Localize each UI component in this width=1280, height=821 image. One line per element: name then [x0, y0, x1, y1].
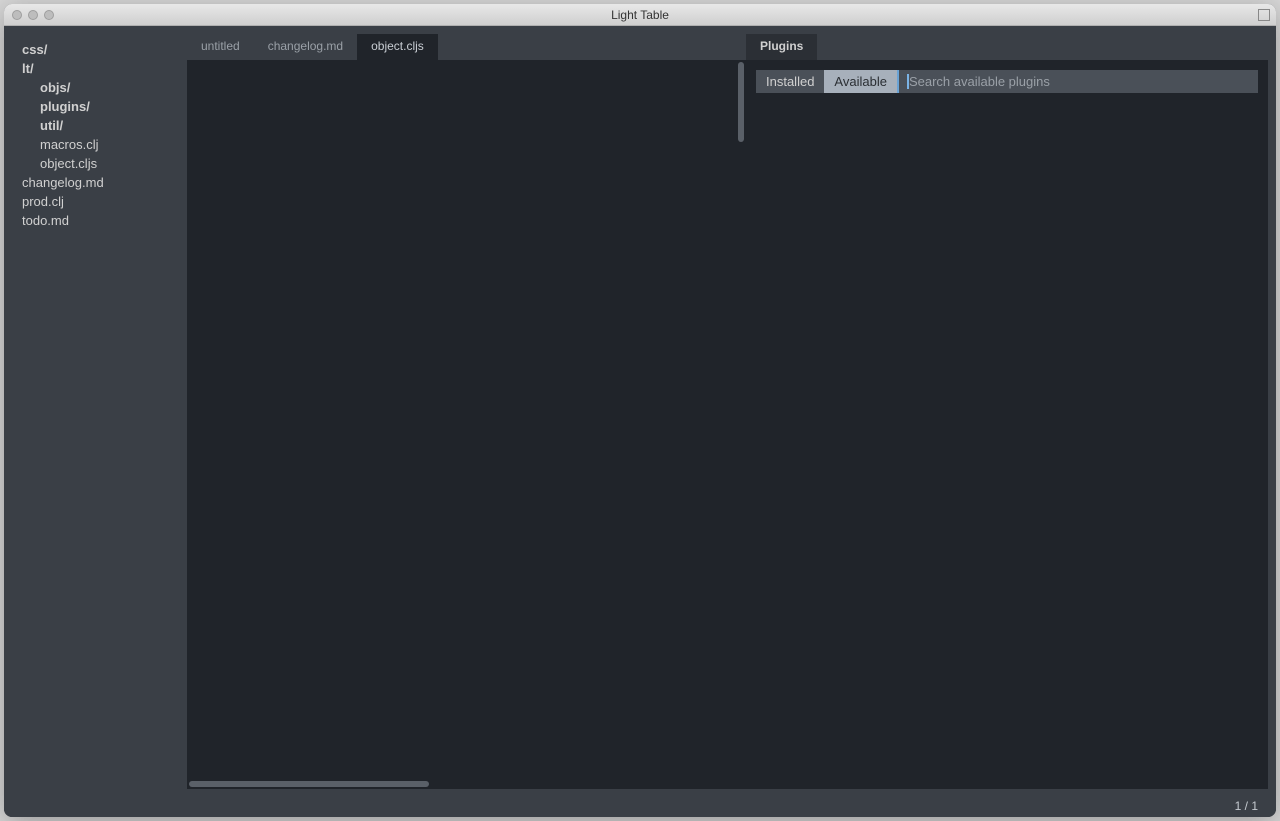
- statusbar: 1 / 1: [4, 797, 1276, 817]
- scrollbar-vertical[interactable]: [738, 62, 744, 769]
- scrollbar-horizontal[interactable]: [189, 781, 736, 787]
- plugins-body: Installed Available: [746, 60, 1268, 789]
- cursor-position: 1 / 1: [1235, 799, 1258, 813]
- tree-item[interactable]: object.cljs: [22, 154, 177, 173]
- editor-tabs: untitledchangelog.mdobject.cljs: [187, 34, 746, 60]
- tree-item[interactable]: todo.md: [22, 211, 177, 230]
- titlebar: Light Table: [4, 4, 1276, 26]
- search-input[interactable]: [897, 70, 1258, 93]
- fullscreen-icon[interactable]: [1259, 9, 1270, 20]
- plugins-pane: Plugins Installed Available: [746, 34, 1268, 789]
- app-body: css/lt/objs/plugins/util/macros.cljobjec…: [4, 26, 1276, 797]
- file-tree: css/lt/objs/plugins/util/macros.cljobjec…: [12, 34, 187, 789]
- tab-plugins[interactable]: Plugins: [746, 34, 817, 60]
- tree-item[interactable]: objs/: [22, 78, 177, 97]
- installed-tab-button[interactable]: Installed: [756, 70, 824, 93]
- tab[interactable]: object.cljs: [357, 34, 438, 60]
- plugins-tabs: Plugins: [746, 34, 1268, 60]
- code-editor[interactable]: [187, 60, 746, 789]
- tab[interactable]: changelog.md: [254, 34, 357, 60]
- editor-pane: untitledchangelog.mdobject.cljs: [187, 34, 746, 789]
- main-area: untitledchangelog.mdobject.cljs Plugins …: [187, 34, 1268, 789]
- app-window: Light Table css/lt/objs/plugins/util/mac…: [4, 4, 1276, 817]
- tree-item[interactable]: css/: [22, 40, 177, 59]
- tab[interactable]: untitled: [187, 34, 254, 60]
- tree-item[interactable]: macros.clj: [22, 135, 177, 154]
- tree-item[interactable]: plugins/: [22, 97, 177, 116]
- tree-item[interactable]: changelog.md: [22, 173, 177, 192]
- available-tab-button[interactable]: Available: [824, 70, 897, 93]
- window-title: Light Table: [4, 8, 1276, 22]
- plugins-toolbar: Installed Available: [746, 60, 1268, 101]
- tree-item[interactable]: lt/: [22, 59, 177, 78]
- plugin-list[interactable]: [746, 101, 1268, 789]
- tree-item[interactable]: prod.clj: [22, 192, 177, 211]
- tree-item[interactable]: util/: [22, 116, 177, 135]
